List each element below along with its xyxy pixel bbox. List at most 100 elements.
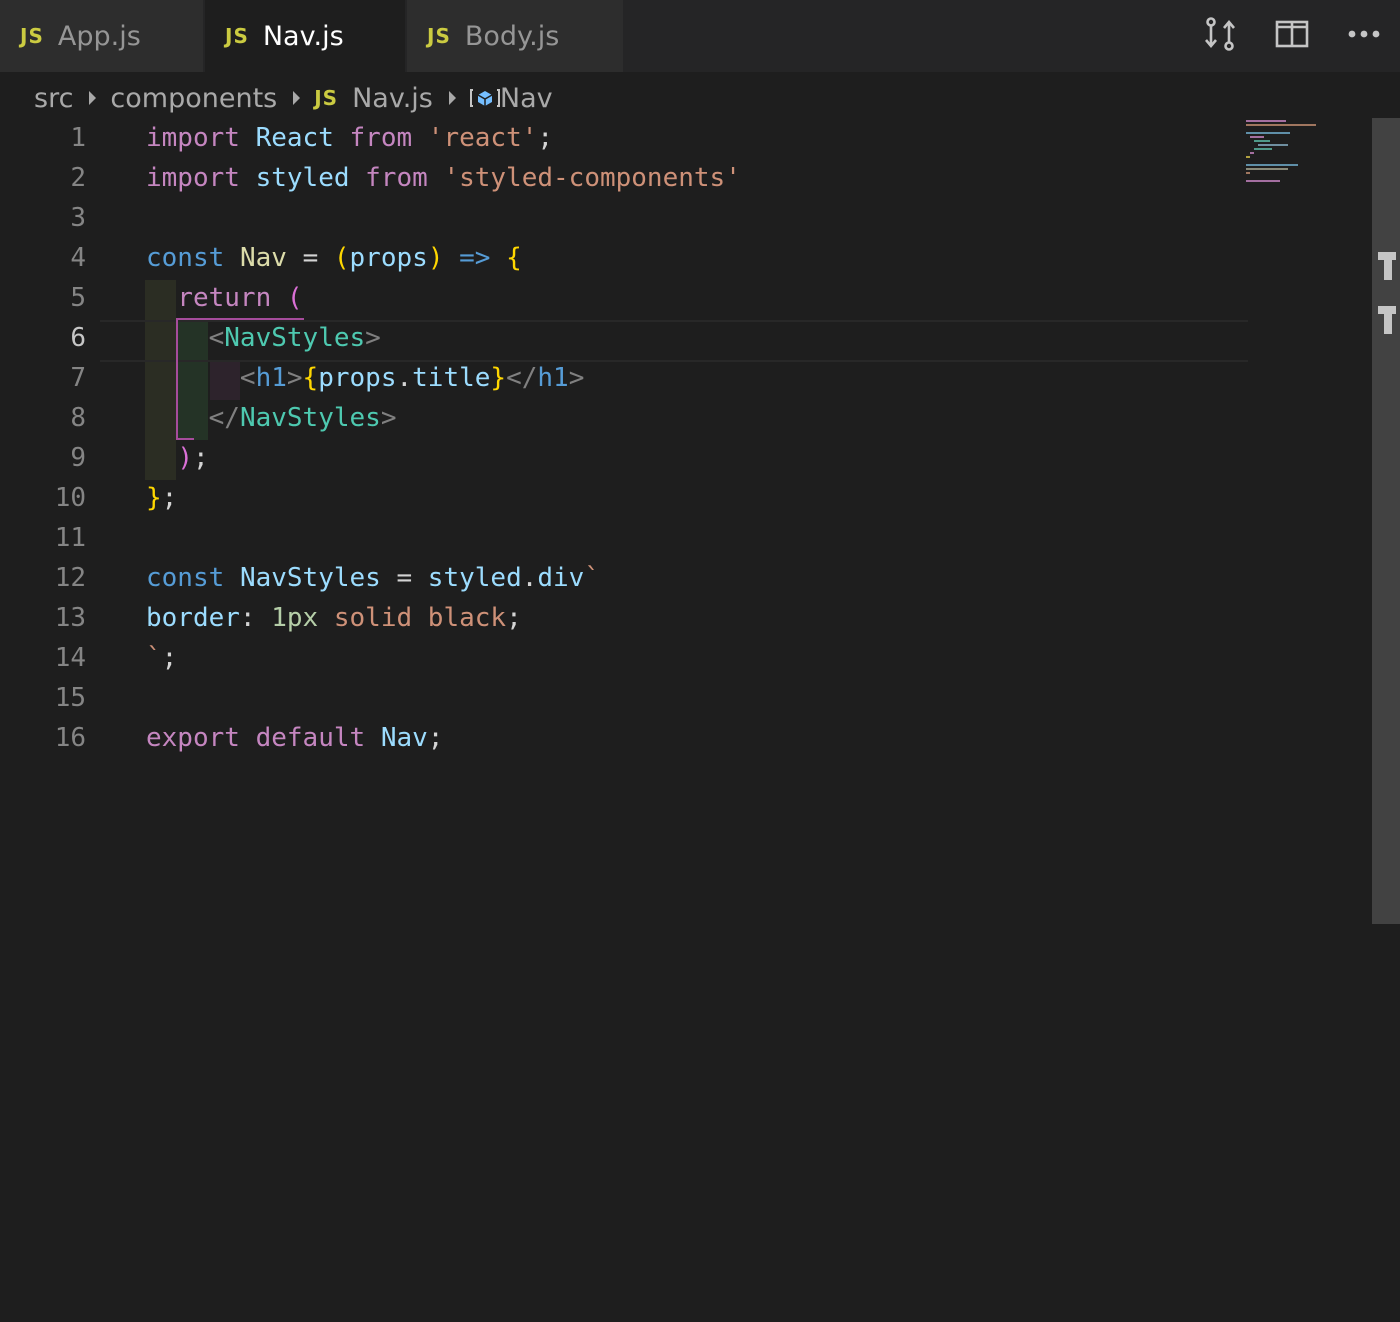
code-token: const <box>146 563 225 593</box>
line-number-current: 6 <box>70 323 86 353</box>
code-token: solid <box>333 603 413 633</box>
code-token: </ <box>506 363 538 393</box>
code-token: > <box>568 363 585 393</box>
code-token: . <box>396 363 413 393</box>
code-token: ` <box>584 563 600 593</box>
code-token: ; <box>161 643 178 673</box>
code-token: ; <box>161 483 178 513</box>
code-token: NavStyles <box>224 323 366 353</box>
code-token: = <box>302 243 319 273</box>
code-token: > <box>380 403 397 433</box>
code-line: <NavStyles> <box>146 318 381 358</box>
code-token: 1px <box>271 603 319 633</box>
tab-label: App.js <box>57 20 141 52</box>
line-number: 2 <box>70 163 86 193</box>
minimap[interactable] <box>1246 120 1336 182</box>
source-control-compare-icon[interactable] <box>1198 14 1242 54</box>
code-token: const <box>146 243 225 273</box>
code-token: > <box>365 323 381 353</box>
line-number: 15 <box>54 683 86 713</box>
code-token: title <box>412 363 491 393</box>
code-line: return ( <box>146 278 303 318</box>
tab-body-js[interactable]: JS Body.js <box>407 0 623 72</box>
code-token: Nav <box>380 723 428 753</box>
breadcrumb: src components JS Nav.js Nav <box>34 78 553 118</box>
line-number: 10 <box>54 483 86 513</box>
code-token: ( <box>286 283 303 313</box>
tab-label: Nav.js <box>262 20 344 52</box>
code-token: import <box>146 163 240 193</box>
code-token: NavStyles <box>239 563 381 593</box>
code-token: Nav <box>239 243 287 273</box>
code-token: 'react' <box>427 123 538 153</box>
code-token: ) <box>177 443 193 473</box>
code-token: props <box>318 363 397 393</box>
overview-ruler-marker <box>1384 258 1392 280</box>
code-token: ; <box>192 443 209 473</box>
breadcrumb-item-src[interactable]: src <box>34 83 73 114</box>
code-line: `; <box>146 638 177 678</box>
code-token: { <box>506 243 522 273</box>
code-token: from <box>349 123 413 153</box>
code-token: return <box>177 283 272 313</box>
code-token: ; <box>427 723 444 753</box>
line-number: 13 <box>54 603 86 633</box>
code-token: : <box>239 603 256 633</box>
code-token: ` <box>146 643 162 673</box>
line-number: 5 <box>70 283 86 313</box>
code-token: styled <box>427 563 522 593</box>
javascript-file-icon: JS <box>427 24 451 48</box>
vertical-scrollbar[interactable] <box>1372 118 1400 924</box>
javascript-file-icon: JS <box>225 24 249 48</box>
code-line: </NavStyles> <box>146 398 397 438</box>
code-token: h1 <box>537 363 569 393</box>
tab-bar: JS App.js JS Nav.js JS Body.js <box>0 0 1400 72</box>
code-line: const Nav = (props) => { <box>146 238 522 278</box>
line-number: 12 <box>54 563 86 593</box>
line-number: 11 <box>54 523 86 553</box>
code-token: ( <box>333 243 350 273</box>
code-token: export <box>146 723 240 753</box>
code-token: h1 <box>255 363 287 393</box>
overview-ruler-marker <box>1384 312 1392 334</box>
code-line: border: 1px solid black; <box>146 598 522 638</box>
code-token: React <box>255 123 334 153</box>
code-token: > <box>286 363 303 393</box>
code-line: import React from 'react'; <box>146 118 553 158</box>
line-number: 4 <box>70 243 86 273</box>
code-token: < <box>239 363 256 393</box>
line-number: 14 <box>54 643 86 673</box>
chevron-right-icon <box>293 91 301 105</box>
tab-nav-js[interactable]: JS Nav.js <box>205 0 405 72</box>
javascript-file-icon: JS <box>314 86 339 110</box>
chevron-right-icon <box>89 91 97 105</box>
breadcrumb-item-file[interactable]: Nav.js <box>352 83 433 114</box>
code-token: NavStyles <box>239 403 381 433</box>
code-token: </ <box>208 403 240 433</box>
more-actions-icon[interactable] <box>1342 14 1386 54</box>
split-editor-icon[interactable] <box>1270 14 1314 54</box>
code-token: => <box>459 243 491 273</box>
code-token: props <box>349 243 428 273</box>
line-number: 7 <box>70 363 86 393</box>
code-token: { <box>302 363 319 393</box>
code-token: styled <box>255 163 350 193</box>
code-token: ; <box>506 603 522 633</box>
code-token: . <box>521 563 538 593</box>
code-line: <h1>{props.title}</h1> <box>146 358 584 398</box>
line-number: 3 <box>70 203 86 233</box>
code-token: black <box>427 603 507 633</box>
breadcrumb-item-symbol[interactable]: Nav <box>500 83 553 114</box>
code-token: from <box>365 163 428 193</box>
code-line: export default Nav; <box>146 718 443 758</box>
code-line: const NavStyles = styled.div` <box>146 558 600 598</box>
line-number: 1 <box>70 123 86 153</box>
code-token: } <box>146 483 162 513</box>
breadcrumb-item-components[interactable]: components <box>110 83 277 114</box>
code-token: div <box>537 563 585 593</box>
code-editor[interactable]: 1 2 3 4 5 6 7 8 9 10 11 12 13 14 15 16 i… <box>0 118 1372 1322</box>
code-line: }; <box>146 478 177 518</box>
code-token: < <box>208 323 225 353</box>
tab-app-js[interactable]: JS App.js <box>0 0 203 72</box>
code-token: 'styled-components' <box>443 163 741 193</box>
